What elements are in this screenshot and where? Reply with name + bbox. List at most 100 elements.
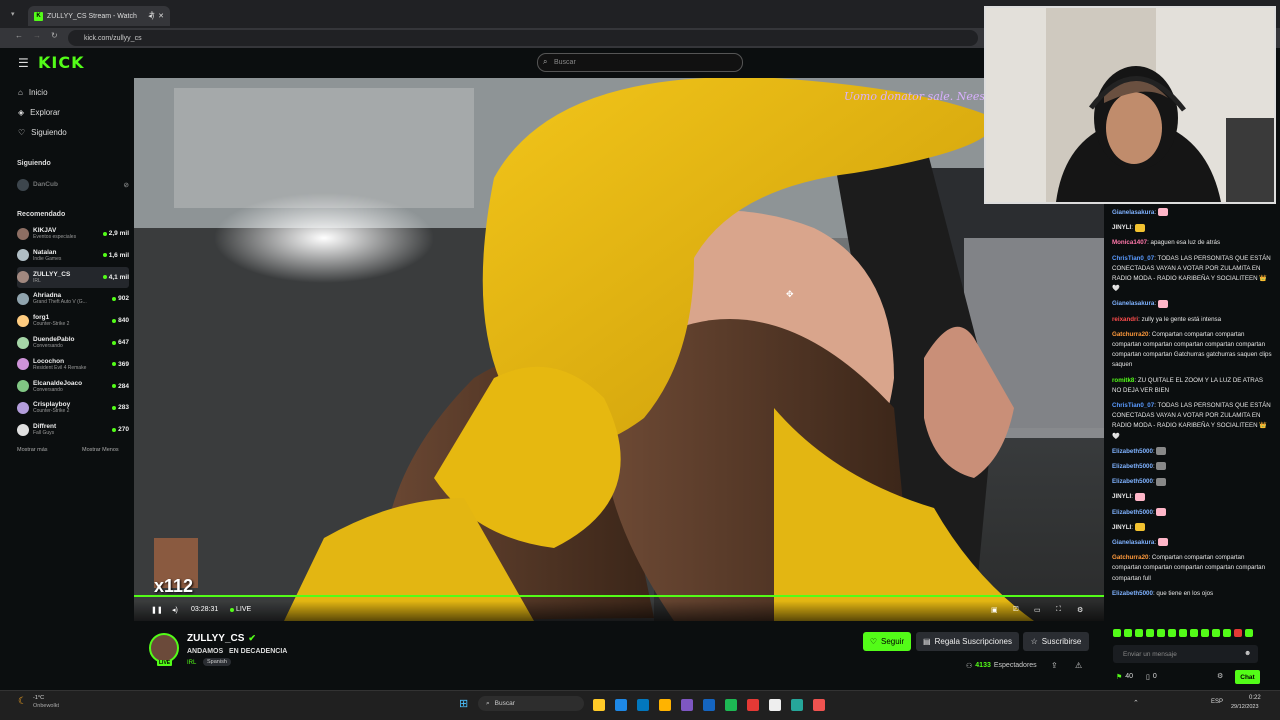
calculator-icon[interactable]: [637, 699, 649, 711]
emote-shortcut-icon[interactable]: [1168, 629, 1176, 637]
sidebar-channel-4[interactable]: Ahriadna Grand Theft Auto V (G... 902: [17, 288, 129, 309]
sidebar-channel-7[interactable]: Locochon Resident Evil 4 Remake 369: [17, 354, 129, 375]
volume-icon[interactable]: ◂): [172, 606, 178, 614]
emoji-icon[interactable]: ☻: [1244, 650, 1251, 657]
following-channel[interactable]: DanCub ⊘: [17, 174, 129, 195]
sidebar-channel-9[interactable]: Crisplayboy Counter-Strike 2 283: [17, 397, 129, 418]
chrome-icon[interactable]: [747, 699, 759, 711]
store-icon[interactable]: [615, 699, 627, 711]
streamer-name[interactable]: ZULLYY_CS: [187, 633, 244, 644]
sidebar-channel-5[interactable]: forg1 Counter-Strike 2 840: [17, 310, 129, 331]
avatar[interactable]: [149, 633, 179, 663]
emote-shortcut-icon[interactable]: [1245, 629, 1253, 637]
chat-username[interactable]: Elizabeth5000: [1112, 478, 1153, 485]
chat-username[interactable]: reixandri: [1112, 316, 1138, 323]
capcut-icon[interactable]: [769, 699, 781, 711]
theater-mode-icon[interactable]: ▭: [1034, 606, 1041, 614]
video-player[interactable]: Uomo donator sale. Nees x112: [134, 78, 1104, 621]
sidebar-channel-6[interactable]: DuendePablo Conversando 647: [17, 332, 129, 353]
fullscreen-icon[interactable]: ⛶: [1056, 606, 1061, 614]
taskbar-search[interactable]: ⌕ Buscar: [478, 696, 584, 711]
menu-icon[interactable]: ☰: [18, 56, 29, 70]
edge-icon[interactable]: [791, 699, 803, 711]
sidebar-channel-8[interactable]: ElcanaldeJoaco Conversando 284: [17, 376, 129, 397]
folder-icon[interactable]: [659, 699, 671, 711]
chat-username[interactable]: JINYLI: [1112, 493, 1131, 500]
forward-icon[interactable]: →: [33, 31, 41, 40]
emote-shortcut-icon[interactable]: [1157, 629, 1165, 637]
outlook-icon[interactable]: [703, 699, 715, 711]
sidebar-channel-2[interactable]: Natalan Indie Games 1,6 mil: [17, 245, 129, 266]
url-field[interactable]: kick.com/zullyy_cs: [68, 30, 978, 46]
chat-input[interactable]: Enviar un mensaje: [1113, 645, 1258, 663]
points-badge[interactable]: ⚑ 40: [1116, 673, 1133, 681]
clock-time[interactable]: 0:22: [1249, 695, 1261, 701]
live-indicator[interactable]: LIVE: [230, 606, 251, 613]
sidebar-item-inicio[interactable]: ⌂ Inicio: [18, 88, 48, 97]
chat-username[interactable]: Gatchurra20: [1112, 331, 1148, 338]
sidebar-item-explorar[interactable]: ◈ Explorar: [18, 108, 60, 117]
emote-shortcut-icon[interactable]: [1234, 629, 1242, 637]
emote-shortcut-icon[interactable]: [1190, 629, 1198, 637]
emote-shortcut-icon[interactable]: [1124, 629, 1132, 637]
emote-shortcut-icon[interactable]: [1135, 629, 1143, 637]
emote-shortcut-icon[interactable]: [1113, 629, 1121, 637]
show-less-link[interactable]: Mostrar Menos: [82, 447, 119, 453]
miniplayer-icon[interactable]: ▣: [991, 606, 998, 614]
chat-username[interactable]: Elizabeth5000: [1112, 509, 1153, 516]
gift-subs-button[interactable]: ▤ Regala Suscripciones: [916, 632, 1019, 651]
share-icon[interactable]: ⇪: [1051, 661, 1058, 670]
emote-shortcut-icon[interactable]: [1179, 629, 1187, 637]
clip-icon[interactable]: ⎚: [1013, 606, 1019, 614]
tray-chevron-icon[interactable]: ⌃: [1133, 699, 1139, 707]
tab-list-icon[interactable]: ▾: [11, 10, 15, 18]
category-link[interactable]: IRL: [187, 660, 196, 666]
viewer-count-value: 369: [118, 360, 129, 368]
emote-shortcut-icon[interactable]: [1201, 629, 1209, 637]
chat-username[interactable]: Gianelasakura: [1112, 539, 1154, 546]
spotify-icon[interactable]: [725, 699, 737, 711]
app-icon[interactable]: [813, 699, 825, 711]
subscribe-button[interactable]: ☆ Suscribirse: [1023, 632, 1089, 651]
chat-username[interactable]: Gianelasakura: [1112, 300, 1154, 307]
report-icon[interactable]: ⚠: [1075, 661, 1082, 670]
chat-username[interactable]: Elizabeth5000: [1112, 590, 1153, 597]
sidebar-item-siguiendo[interactable]: ♡ Siguiendo: [18, 128, 67, 137]
chat-username[interactable]: Elizabeth5000: [1112, 463, 1153, 470]
show-more-link[interactable]: Mostrar más: [17, 447, 48, 453]
chat-settings-icon[interactable]: ⚙: [1217, 672, 1223, 680]
chat-username[interactable]: ChrisTian0_07: [1112, 402, 1154, 409]
close-tab-icon[interactable]: ✕: [158, 12, 164, 20]
chat-username[interactable]: Monica1407: [1112, 239, 1147, 246]
gift-count[interactable]: ▯ 0: [1146, 673, 1157, 681]
sidebar-channel-3[interactable]: ZULLYY_CS IRL 4,1 mil: [17, 266, 129, 288]
progress-bar[interactable]: [134, 595, 1104, 597]
windows-start-icon[interactable]: ⊞: [459, 697, 468, 710]
emote-shortcut-icon[interactable]: [1212, 629, 1220, 637]
chat-send-button[interactable]: Chat: [1235, 670, 1260, 684]
emote-shortcut-icon[interactable]: [1146, 629, 1154, 637]
chat-username[interactable]: JINYLI: [1112, 524, 1131, 531]
chat-username[interactable]: ChrisTian0_07: [1112, 255, 1154, 262]
clock-date[interactable]: 29/12/2023: [1231, 704, 1259, 710]
search-input[interactable]: Buscar: [537, 53, 743, 72]
reload-icon[interactable]: ↻: [51, 31, 58, 40]
settings-gear-icon[interactable]: ⚙: [1077, 606, 1083, 614]
chat-username[interactable]: Elizabeth5000: [1112, 448, 1153, 455]
language-indicator[interactable]: ESP: [1211, 699, 1223, 705]
chat-username[interactable]: JINYLI: [1112, 224, 1131, 231]
sidebar-channel-10[interactable]: Diffrent Fall Guys 270: [17, 419, 129, 440]
follow-button[interactable]: ♡ Seguir: [863, 632, 911, 651]
file-explorer-icon[interactable]: [593, 699, 605, 711]
pause-button[interactable]: ❚❚: [151, 606, 163, 614]
chat-username[interactable]: Gianelasakura: [1112, 209, 1154, 216]
new-tab-button[interactable]: +: [149, 9, 155, 20]
language-tag[interactable]: Spanish: [203, 658, 231, 666]
copilot-icon[interactable]: [681, 699, 693, 711]
back-icon[interactable]: ←: [15, 31, 23, 40]
kick-logo[interactable]: KICK: [38, 53, 85, 72]
emote-shortcut-icon[interactable]: [1223, 629, 1231, 637]
chat-username[interactable]: Gatchurra20: [1112, 554, 1148, 561]
chat-username[interactable]: romitk8: [1112, 377, 1134, 384]
sidebar-channel-1[interactable]: KIKJAV Eventos especiales 2,9 mil: [17, 223, 129, 244]
